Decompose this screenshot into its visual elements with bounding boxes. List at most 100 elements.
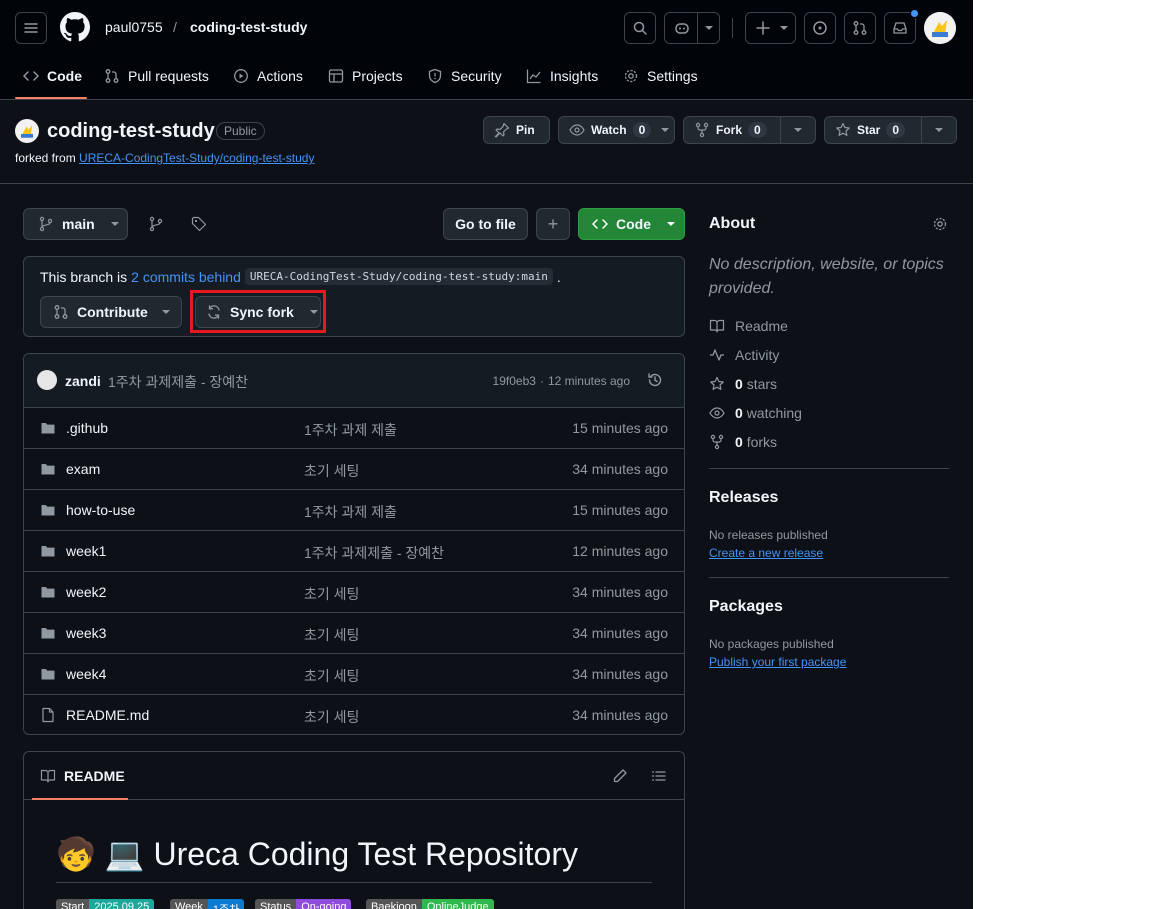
commit-author-avatar[interactable] <box>37 370 57 390</box>
outline-button[interactable] <box>651 768 667 787</box>
file-name-link[interactable]: week2 <box>66 584 106 600</box>
activity-link[interactable]: Activity <box>709 347 779 363</box>
file-commit-message[interactable]: 초기 세팅 <box>304 461 359 481</box>
folder-icon <box>40 461 56 480</box>
inbox-button[interactable] <box>884 9 919 44</box>
create-new-button[interactable] <box>745 12 796 44</box>
table-row[interactable]: week4 초기 세팅 34 minutes ago <box>24 653 684 694</box>
add-file-button[interactable]: + <box>536 208 570 240</box>
file-commit-message[interactable]: 초기 세팅 <box>304 666 359 686</box>
branch-select[interactable]: main <box>23 208 128 240</box>
fork-status-suffix: . <box>556 268 561 285</box>
contribute-button[interactable]: Contribute <box>40 296 182 328</box>
tab-code[interactable]: Code <box>23 66 82 86</box>
tab-pull-requests[interactable]: Pull requests <box>104 66 209 86</box>
file-name-link[interactable]: week3 <box>66 625 106 641</box>
watching-link[interactable]: 0 watching <box>709 405 802 421</box>
star-button[interactable]: Star 0 <box>824 116 957 144</box>
owner-link[interactable]: paul0755 <box>105 19 163 35</box>
readme-badge: Start 2025.09.25 <box>56 899 155 909</box>
search-button[interactable] <box>624 12 656 44</box>
pull-requests-button[interactable] <box>844 12 876 44</box>
create-release-link[interactable]: Create a new release <box>709 546 823 560</box>
file-name-link[interactable]: exam <box>66 461 100 477</box>
avatar[interactable] <box>924 12 956 44</box>
branches-link[interactable] <box>148 216 164 235</box>
table-row[interactable]: how-to-use 1주차 과제 제출 15 minutes ago <box>24 489 684 530</box>
folder-icon <box>40 584 56 603</box>
watch-button[interactable]: Watch 0 <box>558 116 675 144</box>
star-chevron-down-icon[interactable] <box>935 128 943 132</box>
commit-message[interactable]: 1주차 과제제출 - 장예찬 <box>108 372 248 392</box>
sync-fork-button[interactable]: Sync fork <box>195 296 321 328</box>
tab-settings[interactable]: Settings <box>623 66 698 86</box>
stars-link[interactable]: 0 stars <box>709 376 777 392</box>
file-commit-message[interactable]: 1주차 과제 제출 <box>304 420 397 440</box>
pin-button[interactable]: Pin <box>483 116 550 144</box>
edit-about-button[interactable] <box>932 216 948 235</box>
tab-insights[interactable]: Insights <box>526 66 598 86</box>
publish-package-link[interactable]: Publish your first package <box>709 655 846 669</box>
file-commit-message[interactable]: 1주차 과제제출 - 장예찬 <box>304 543 444 563</box>
file-commit-message[interactable]: 초기 세팅 <box>304 625 359 645</box>
about-heading: About <box>709 215 756 232</box>
folder-icon <box>40 420 56 439</box>
github-logo-icon[interactable] <box>60 12 90 45</box>
readme-badge: Status On-going <box>255 899 352 909</box>
table-row[interactable]: README.md 초기 세팅 34 minutes ago <box>24 694 684 735</box>
tab-projects[interactable]: Projects <box>328 66 403 86</box>
file-icon <box>40 707 56 726</box>
forked-from-link[interactable]: URECA-CodingTest-Study/coding-test-study <box>79 151 314 165</box>
repo-title[interactable]: coding-test-study <box>47 120 215 143</box>
table-row[interactable]: .github 1주차 과제 제출 15 minutes ago <box>24 407 684 448</box>
packages-heading[interactable]: Packages <box>709 598 783 616</box>
watching-count: 0 <box>735 405 743 421</box>
forks-link[interactable]: 0 forks <box>709 434 777 450</box>
watch-chevron-down-icon[interactable] <box>661 128 670 132</box>
tab-security[interactable]: Security <box>427 66 502 86</box>
commit-author[interactable]: zandi <box>65 373 101 389</box>
contribute-chevron-down-icon <box>161 310 170 314</box>
star-count: 0 <box>886 122 906 138</box>
file-commit-message[interactable]: 1주차 과제 제출 <box>304 502 397 522</box>
file-commit-message[interactable]: 초기 세팅 <box>304 584 359 604</box>
badge-label: Week <box>170 899 208 909</box>
plus-icon <box>756 21 770 35</box>
releases-heading[interactable]: Releases <box>709 489 778 507</box>
edit-readme-button[interactable] <box>612 768 628 787</box>
copilot-button[interactable] <box>664 12 720 44</box>
file-name-link[interactable]: week1 <box>66 543 106 559</box>
readme-link[interactable]: Readme <box>709 318 788 334</box>
fork-chevron-down-icon[interactable] <box>794 128 802 132</box>
about-description: No description, website, or topics provi… <box>709 256 944 297</box>
table-row[interactable]: exam 초기 세팅 34 minutes ago <box>24 448 684 489</box>
copilot-chevron-down-icon[interactable] <box>705 26 713 30</box>
code-button[interactable]: Code <box>578 208 685 240</box>
gear-icon <box>933 217 947 231</box>
file-commit-message[interactable]: 초기 세팅 <box>304 707 359 727</box>
tab-actions[interactable]: Actions <box>233 66 303 86</box>
releases-empty: No releases published <box>709 528 828 542</box>
table-row[interactable]: week2 초기 세팅 34 minutes ago <box>24 571 684 612</box>
file-name-link[interactable]: how-to-use <box>66 502 135 518</box>
file-name-link[interactable]: README.md <box>66 707 149 723</box>
file-name-link[interactable]: .github <box>66 420 108 436</box>
pin-label: Pin <box>516 123 535 137</box>
commits-behind-link[interactable]: 2 commits behind <box>131 269 241 285</box>
issues-button[interactable] <box>804 12 836 44</box>
repo-link[interactable]: coding-test-study <box>190 19 307 35</box>
readme-tab[interactable]: README <box>40 768 125 784</box>
stars-label: stars <box>746 376 778 392</box>
table-row[interactable]: week3 초기 세팅 34 minutes ago <box>24 612 684 653</box>
commit-hash[interactable]: 19f0eb3 <box>493 374 536 388</box>
file-name-link[interactable]: week4 <box>66 666 106 682</box>
go-to-file-button[interactable]: Go to file <box>443 208 528 240</box>
table-row[interactable]: week1 1주차 과제제출 - 장예찬 12 minutes ago <box>24 530 684 571</box>
fork-button[interactable]: Fork 0 <box>683 116 816 144</box>
sync-fork-chevron-down-icon <box>309 310 318 314</box>
pull-request-icon <box>853 21 867 35</box>
tags-link[interactable] <box>191 216 207 235</box>
menu-button[interactable] <box>15 12 47 44</box>
history-button[interactable] <box>647 372 663 391</box>
github-repo-page: paul0755 / coding-test-study Code Pull r… <box>0 0 973 909</box>
